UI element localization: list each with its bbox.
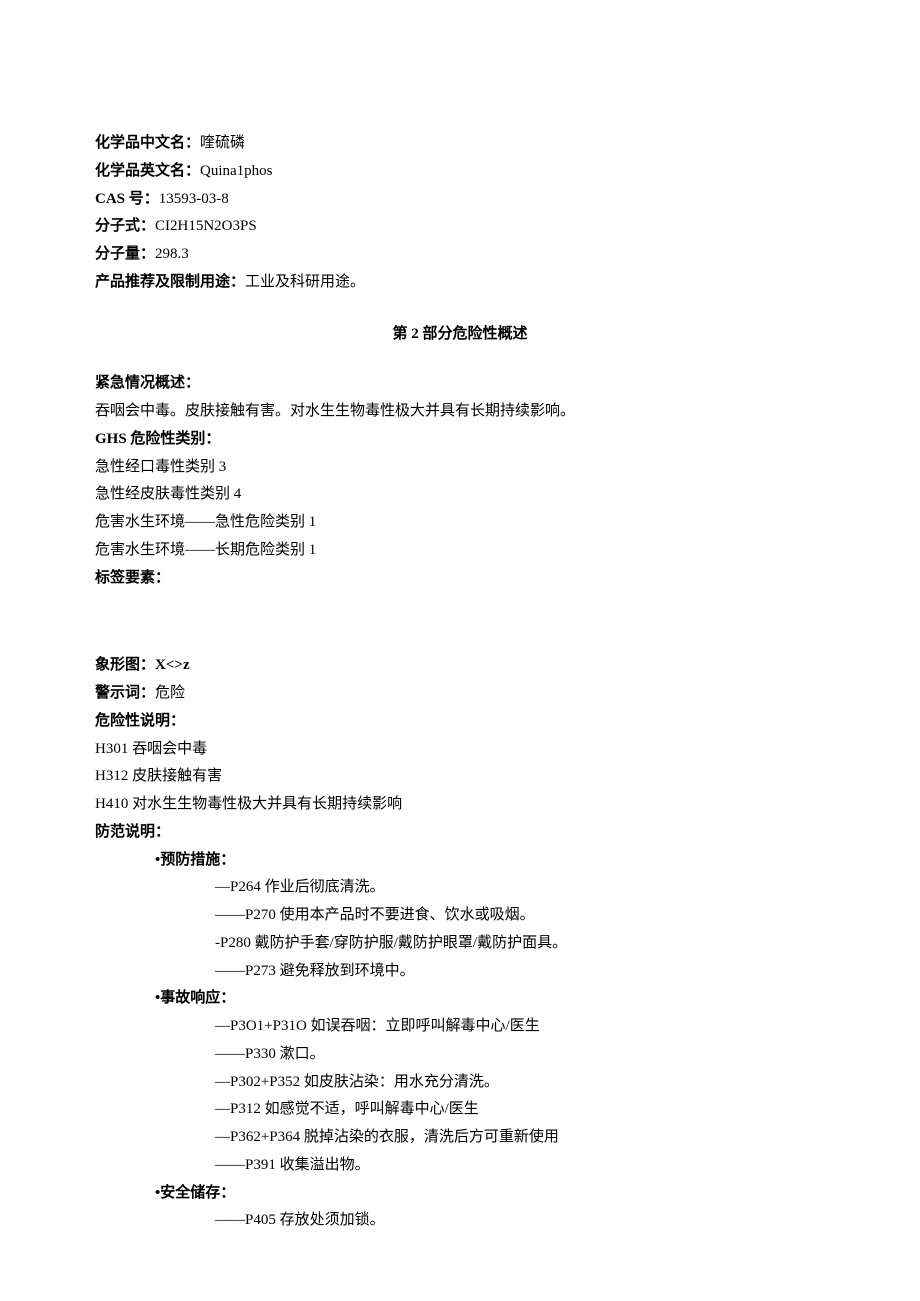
- label-name-cn: 化学品中文名：: [95, 135, 200, 151]
- label-mw: 分子量：: [95, 246, 155, 262]
- ghs-item-0: 急性经口毒性类别 3: [95, 454, 825, 482]
- response-item-4: —P362+P364 脱掉沾染的衣服，清洗后方可重新使用: [95, 1124, 825, 1152]
- response-item-0: —P3O1+P31O 如误吞咽：立即呼叫解毒中心/医生: [95, 1013, 825, 1041]
- ghs-item-3: 危害水生环境——长期危险类别 1: [95, 537, 825, 565]
- emergency-text: 吞咽会中毒。皮肤接触有害。对水生生物毒性极大并具有长期持续影响。: [95, 398, 825, 426]
- label-elements: 标签要素：: [95, 565, 825, 593]
- hazard-label: 危险性说明：: [95, 708, 825, 736]
- storage-label: •安全储存：: [95, 1180, 825, 1208]
- response-item-5: ——P391 收集溢出物。: [95, 1152, 825, 1180]
- pictogram-label: 象形图：: [95, 657, 155, 673]
- value-name-en: Quina1phos: [200, 163, 273, 179]
- pictogram-value: X<>z: [155, 657, 190, 673]
- response-item-2: —P302+P352 如皮肤沾染：用水充分清洗。: [95, 1069, 825, 1097]
- storage-item-0: ——P405 存放处须加锁。: [95, 1207, 825, 1235]
- prevention-item-0: —P264 作业后彻底清洗。: [95, 874, 825, 902]
- label-formula: 分子式：: [95, 218, 155, 234]
- value-mw: 298.3: [155, 246, 189, 262]
- label-use: 产品推荐及限制用途：: [95, 274, 245, 290]
- response-label: •事故响应：: [95, 985, 825, 1013]
- signal-line: 警示词：危险: [95, 680, 825, 708]
- field-cas: CAS 号：13593-03-8: [95, 186, 825, 214]
- field-use: 产品推荐及限制用途：工业及科研用途。: [95, 269, 825, 297]
- ghs-label: GHS 危险性类别：: [95, 426, 825, 454]
- response-item-1: ——P330 漱口。: [95, 1041, 825, 1069]
- hazard-item-0: H301 吞咽会中毒: [95, 736, 825, 764]
- response-item-3: —P312 如感觉不适，呼叫解毒中心/医生: [95, 1096, 825, 1124]
- precaution-label: 防范说明：: [95, 819, 825, 847]
- field-name-en: 化学品英文名：Quina1phos: [95, 158, 825, 186]
- value-formula: CI2H15N2O3PS: [155, 218, 257, 234]
- prevention-label: •预防措施：: [95, 847, 825, 875]
- field-mw: 分子量：298.3: [95, 241, 825, 269]
- signal-value: 危险: [155, 685, 185, 701]
- field-formula: 分子式：CI2H15N2O3PS: [95, 213, 825, 241]
- emergency-label: 紧急情况概述：: [95, 370, 825, 398]
- pictogram-line: 象形图：X<>z: [95, 652, 825, 680]
- value-use: 工业及科研用途。: [245, 274, 365, 290]
- hazard-item-2: H410 对水生生物毒性极大并具有长期持续影响: [95, 791, 825, 819]
- ghs-item-1: 急性经皮肤毒性类别 4: [95, 481, 825, 509]
- prevention-item-3: ——P273 避免释放到环境中。: [95, 958, 825, 986]
- field-name-cn: 化学品中文名：喹硫磷: [95, 130, 825, 158]
- ghs-item-2: 危害水生环境——急性危险类别 1: [95, 509, 825, 537]
- section-2-title: 第 2 部分危险性概述: [95, 321, 825, 349]
- signal-label: 警示词：: [95, 685, 155, 701]
- value-cas: 13593-03-8: [159, 191, 229, 207]
- value-name-cn: 喹硫磷: [200, 135, 245, 151]
- label-name-en: 化学品英文名：: [95, 163, 200, 179]
- hazard-item-1: H312 皮肤接触有害: [95, 763, 825, 791]
- prevention-item-2: -P280 戴防护手套/穿防护服/戴防护眼罩/戴防护面具。: [95, 930, 825, 958]
- label-cas: CAS 号：: [95, 191, 159, 207]
- prevention-item-1: ——P270 使用本产品时不要进食、饮水或吸烟。: [95, 902, 825, 930]
